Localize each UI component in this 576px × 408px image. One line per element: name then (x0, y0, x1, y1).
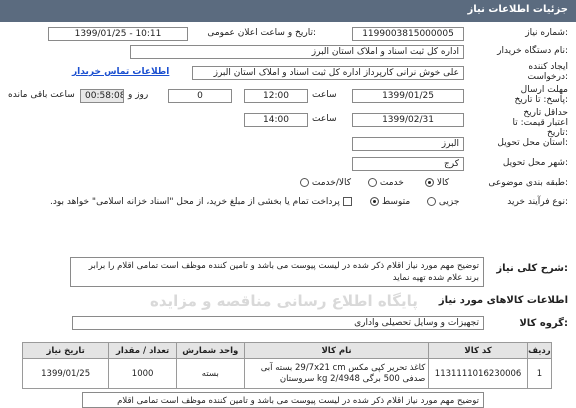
need-number-field: 1199003815000005 (352, 27, 464, 41)
goods-section-title: اطلاعات کالاهای مورد نیاز (438, 295, 568, 306)
need-number-label: شماره نیاز: (525, 28, 568, 38)
city-field: کرج (352, 157, 464, 171)
cell-date: 1399/01/25 (21, 358, 110, 389)
requester-label: ایجاد کننده درخواست: (527, 62, 569, 82)
reply-deadline-label: مهلت ارسال پاسخ: تا تاریخ: (514, 85, 568, 105)
reply-time-label: ساعت (312, 90, 337, 100)
purchase-type-label: نوع فرآیند خرید: (507, 197, 568, 207)
announce-datetime-field: 1399/01/25 - 10:11 (48, 27, 188, 41)
cell-qty: 1000 (108, 358, 177, 389)
validity-date-field: 1399/02/31 (352, 113, 464, 127)
remaining-time-field: 00:58:08 (80, 89, 124, 103)
table-header-row: ردیف کد کالا نام کالا واحد شمارش تعداد /… (21, 342, 553, 359)
category-khedmat-radio[interactable]: خدمت (368, 178, 404, 188)
page-header: جزئیات اطلاعات نیاز (0, 0, 576, 22)
reply-time-field: 12:00 (244, 89, 308, 103)
reply-date-field: 1399/01/25 (352, 89, 464, 103)
validity-time-label: ساعت (312, 114, 337, 124)
col-row-header: ردیف (526, 342, 553, 359)
watermark-line1: پایگاه اطلاع رسانی مناقصه و مزایده (150, 292, 418, 310)
col-unit-header: واحد شمارش (175, 342, 245, 359)
requester-field: علی خوش نرانی کارپرداز اداره کل ثبت اسنا… (192, 66, 464, 80)
days-label: روز و (128, 90, 149, 100)
cell-name: کاغذ تحریر کپی مکس 29/7x21 cm بسته آبی ص… (243, 358, 430, 389)
treasury-checkbox[interactable] (342, 197, 352, 206)
days-field: 0 (168, 89, 232, 103)
validity-label: حداقل تاریخ اعتبار قیمت: تا تاریخ: (512, 108, 568, 138)
page-title: جزئیات اطلاعات نیاز (467, 4, 568, 15)
goods-group-label: گروه کالا: (519, 318, 568, 329)
description-box: توضیح مهم مورد نیاز اقلام ذکر شده در لیس… (70, 257, 484, 287)
cell-unit: بسته (175, 358, 245, 389)
validity-time-field: 14:00 (244, 113, 308, 127)
col-qty-header: تعداد / مقدار (108, 342, 177, 359)
description-label: شرح کلی نیاز: (496, 263, 568, 274)
city-label: شهر محل تحویل: (502, 158, 568, 168)
col-code-header: کد کالا (428, 342, 528, 359)
goods-group-field: تجهیزات و وسایل تحصیلی واداری (72, 316, 484, 330)
remaining-time-label: ساعت باقی مانده (8, 90, 75, 100)
buyer-contact-link[interactable]: اطلاعات تماس خریدار (72, 67, 169, 77)
purchase-jozi-radio[interactable]: جزیی (427, 197, 459, 207)
cell-row: 1 (526, 358, 553, 389)
province-field: البرز (352, 137, 464, 151)
province-label: استان محل تحویل: (497, 138, 568, 148)
buyer-org-label: نام دستگاه خریدار: (497, 46, 568, 56)
cell-code: 1131111016230006 (428, 358, 528, 389)
bottom-note-box: توضیح مهم مورد نیاز اقلام ذکر شده در لیس… (82, 392, 484, 408)
goods-table: ردیف کد کالا نام کالا واحد شمارش تعداد /… (21, 342, 553, 389)
purchase-motavaset-radio[interactable]: متوسط (370, 197, 410, 207)
category-kala-radio[interactable]: کالا (425, 178, 449, 188)
treasury-note: پرداخت تمام یا بخشی از مبلغ خرید، از محل… (50, 197, 352, 207)
col-name-header: نام کالا (243, 342, 430, 359)
announce-datetime-label: تاریخ و ساعت اعلان عمومی: (207, 28, 316, 38)
category-label: طبقه بندی موضوعی: (488, 178, 568, 188)
col-date-header: تاریخ نیاز (21, 342, 110, 359)
category-kala-khedmat-radio[interactable]: کالا/خدمت (300, 178, 351, 188)
table-row: 1 1131111016230006 کاغذ تحریر کپی مکس 29… (21, 358, 553, 389)
buyer-org-field: اداره کل ثبت اسناد و املاک استان البرز (130, 45, 464, 59)
